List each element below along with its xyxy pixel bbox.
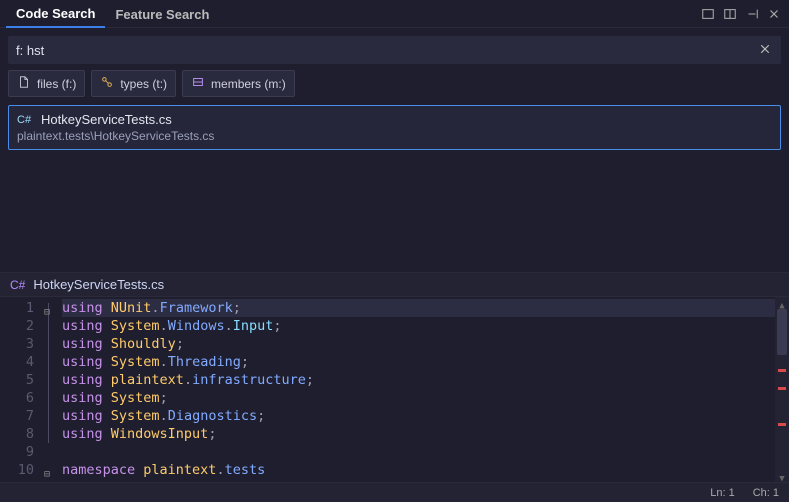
scroll-up-arrow-icon[interactable]: ▲ bbox=[775, 297, 789, 309]
filter-files-label: files (f:) bbox=[37, 77, 76, 91]
code-line[interactable]: using System.Windows.Input; bbox=[62, 317, 789, 335]
csharp-badge-icon: C# bbox=[10, 278, 25, 292]
popout-icon[interactable] bbox=[743, 5, 761, 23]
line-number: 7 bbox=[0, 407, 34, 425]
code-column[interactable]: using NUnit.Framework;using System.Windo… bbox=[44, 297, 789, 482]
line-number: 3 bbox=[0, 335, 34, 353]
code-line[interactable] bbox=[62, 443, 789, 461]
code-line[interactable]: using System; bbox=[62, 389, 789, 407]
search-input[interactable] bbox=[14, 39, 755, 62]
tab-feature-search[interactable]: Feature Search bbox=[105, 1, 219, 27]
filter-members[interactable]: members (m:) bbox=[182, 70, 295, 97]
result-title-row: C# HotkeyServiceTests.cs bbox=[17, 112, 772, 127]
line-number: 1 bbox=[0, 299, 34, 317]
line-number: 10 bbox=[0, 461, 34, 479]
code-line[interactable]: using NUnit.Framework; bbox=[62, 299, 789, 317]
preview-filename: HotkeyServiceTests.cs bbox=[33, 277, 164, 292]
scroll-down-arrow-icon[interactable]: ▼ bbox=[775, 470, 789, 482]
csharp-badge-icon: C# bbox=[17, 114, 35, 126]
panel-icon[interactable] bbox=[699, 5, 717, 23]
error-marker[interactable] bbox=[778, 369, 786, 372]
file-icon bbox=[17, 75, 31, 92]
error-marker[interactable] bbox=[778, 423, 786, 426]
filter-types-label: types (t:) bbox=[120, 77, 167, 91]
scroll-thumb[interactable] bbox=[777, 309, 787, 355]
preview-header: C# HotkeyServiceTests.cs bbox=[0, 272, 789, 297]
search-container bbox=[8, 36, 781, 64]
line-number: 6 bbox=[0, 389, 34, 407]
filter-types[interactable]: types (t:) bbox=[91, 70, 176, 97]
result-filename: HotkeyServiceTests.cs bbox=[41, 112, 172, 127]
type-icon bbox=[100, 75, 114, 92]
editor[interactable]: 1234567891011 ⊟⊟ using NUnit.Framework;u… bbox=[0, 297, 789, 482]
close-icon[interactable] bbox=[765, 5, 783, 23]
line-gutter: 1234567891011 bbox=[0, 297, 44, 482]
split-icon[interactable] bbox=[721, 5, 739, 23]
line-number: 2 bbox=[0, 317, 34, 335]
line-number: 9 bbox=[0, 443, 34, 461]
code-line[interactable]: using System.Diagnostics; bbox=[62, 407, 789, 425]
result-path: plaintext.tests\HotkeyServiceTests.cs bbox=[17, 129, 772, 143]
scrollbar[interactable]: ▲ ▼ bbox=[775, 297, 789, 482]
line-number: 5 bbox=[0, 371, 34, 389]
filter-bar: files (f:) types (t:) members (m:) bbox=[0, 70, 789, 105]
code-line[interactable]: using System.Threading; bbox=[62, 353, 789, 371]
line-number: 8 bbox=[0, 425, 34, 443]
tabbar: Code Search Feature Search bbox=[0, 0, 789, 28]
line-number: 4 bbox=[0, 353, 34, 371]
member-icon bbox=[191, 75, 205, 92]
tab-code-search[interactable]: Code Search bbox=[6, 0, 105, 28]
filter-members-label: members (m:) bbox=[211, 77, 286, 91]
status-bar: Ln: 1 Ch: 1 bbox=[0, 482, 789, 502]
code-line[interactable]: using Shouldly; bbox=[62, 335, 789, 353]
search-clear-icon[interactable] bbox=[755, 41, 775, 60]
code-line[interactable]: using WindowsInput; bbox=[62, 425, 789, 443]
status-line: Ln: 1 bbox=[710, 487, 734, 499]
code-line[interactable]: namespace plaintext.tests bbox=[62, 461, 789, 479]
search-result[interactable]: C# HotkeyServiceTests.cs plaintext.tests… bbox=[8, 105, 781, 150]
preview-pane: C# HotkeyServiceTests.cs 1234567891011 ⊟… bbox=[0, 272, 789, 482]
status-col: Ch: 1 bbox=[753, 487, 779, 499]
code-line[interactable]: using plaintext.infrastructure; bbox=[62, 371, 789, 389]
filter-files[interactable]: files (f:) bbox=[8, 70, 85, 97]
error-marker[interactable] bbox=[778, 387, 786, 390]
